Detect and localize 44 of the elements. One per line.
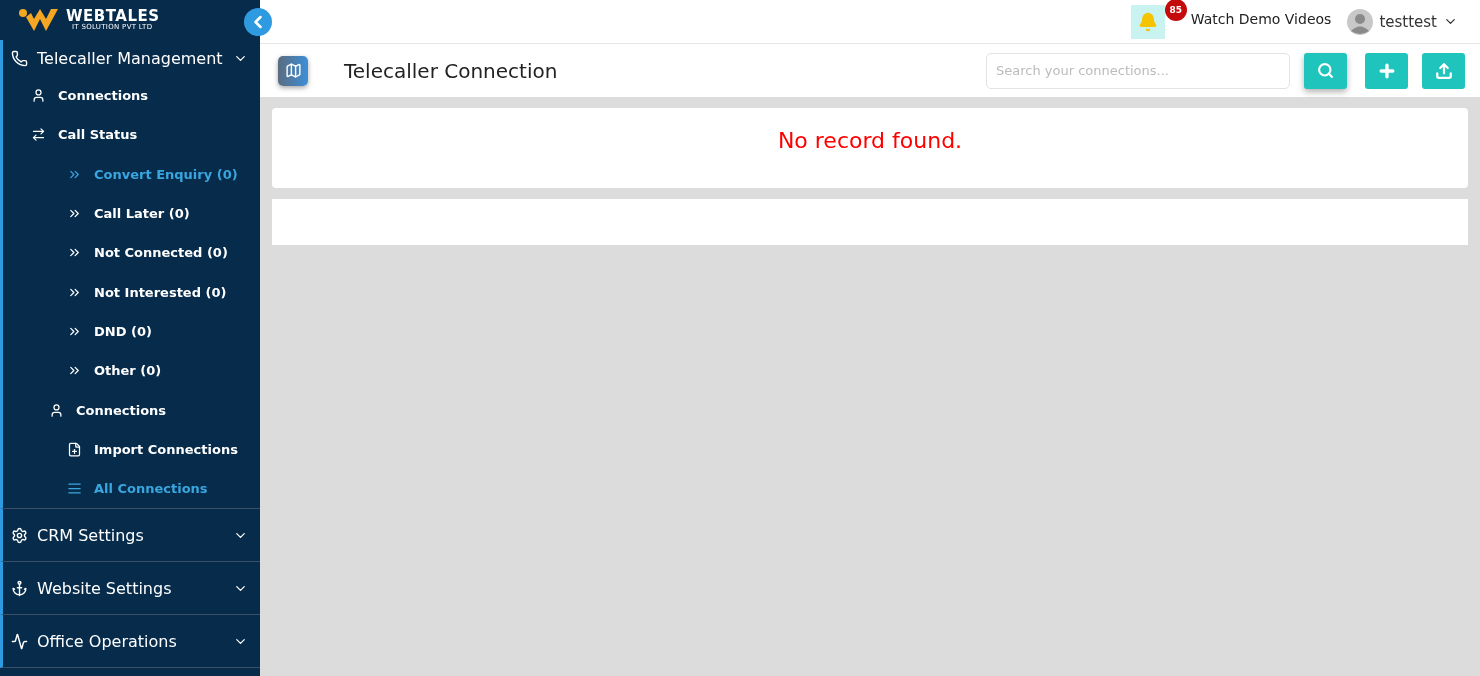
bell-icon <box>1137 11 1158 32</box>
search-field[interactable]: Search your connections... <box>986 52 1290 89</box>
person-icon <box>31 88 46 104</box>
map-icon <box>278 55 308 86</box>
pulse-icon <box>11 632 28 650</box>
sidebar-section[interactable]: CRM Settings <box>3 509 260 562</box>
section-label: Telecaller Management <box>37 48 224 68</box>
sidebar-section[interactable]: Website Settings <box>3 562 260 615</box>
anchor-icon <box>11 579 28 597</box>
search-icon <box>1317 62 1334 79</box>
sync-icon <box>31 127 46 143</box>
section-label: Office Operations <box>37 631 178 651</box>
empty-message: No record found. <box>777 128 963 155</box>
demo-link[interactable]: Watch Demo Videos <box>1190 10 1332 27</box>
sidebar-item[interactable]: Not Interested (0) <box>3 272 260 312</box>
sidebar-item[interactable]: Import Connections <box>3 429 260 469</box>
gear-icon <box>11 526 28 544</box>
page-title: Telecaller Connection <box>344 58 559 83</box>
import-icon <box>67 441 82 457</box>
sidebar-item[interactable]: Convert Enquiry (0) <box>3 154 260 194</box>
sidebar-item[interactable]: Connections <box>3 390 260 430</box>
logo-name: WEBTALES <box>66 9 160 24</box>
sidebar-item[interactable]: Connections <box>3 76 260 116</box>
list-icon <box>67 481 82 497</box>
section-label: CRM Settings <box>37 525 145 545</box>
sidebar-section[interactable]: Telecaller Management <box>3 40 260 76</box>
notification-button[interactable] <box>1130 4 1165 39</box>
sidebar-item[interactable]: Not Connected (0) <box>3 233 260 273</box>
sidebar-section[interactable]: Office Operations <box>3 615 260 668</box>
sidebar-item[interactable]: DND (0) <box>3 311 260 352</box>
user-menu[interactable]: testtest <box>1347 8 1458 35</box>
upload-button[interactable] <box>1422 52 1465 89</box>
search-button[interactable] <box>1304 52 1347 89</box>
sidebar-item[interactable]: Call Status <box>3 115 260 155</box>
sidebar-item[interactable]: All Connections <box>3 468 260 509</box>
sidebar-item[interactable]: Call Later (0) <box>3 193 260 234</box>
add-button[interactable] <box>1365 52 1408 89</box>
avatar-icon <box>1347 8 1374 35</box>
phone-icon <box>11 49 28 67</box>
section-label: Website Settings <box>37 578 173 598</box>
sidebar-item[interactable]: Other (0) <box>3 351 260 391</box>
upload-icon <box>1434 61 1453 80</box>
person-icon <box>49 402 64 418</box>
notification-badge: 85 <box>1164 0 1187 21</box>
